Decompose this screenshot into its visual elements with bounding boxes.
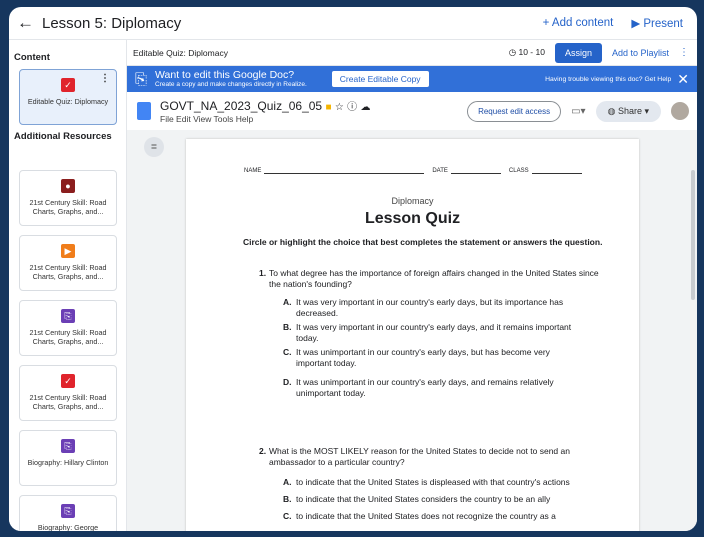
sidebar-resource-item[interactable]: ✓ 21st Century Skill: Road Charts, Graphs… xyxy=(19,365,117,421)
share-label: Share xyxy=(617,105,642,116)
back-arrow-icon[interactable]: ← xyxy=(17,13,34,33)
edit-doc-banner: ⎘ Want to edit this Google Doc? Create a… xyxy=(127,66,697,92)
sidebar-resource-item[interactable]: ⎘ Biography: Hillary Clinton xyxy=(19,430,117,486)
globe-icon: ◍ xyxy=(607,105,618,116)
bomb-icon: ● xyxy=(61,179,75,193)
star-icon[interactable]: ☆ xyxy=(335,102,344,113)
create-editable-copy-button[interactable]: Create Editable Copy xyxy=(331,71,429,87)
present-button[interactable]: ▶ Present xyxy=(631,16,683,30)
quiz-question: 1. To what degree has the importance of f… xyxy=(259,268,609,290)
answer-option: D. It was unimportant in our country's ea… xyxy=(283,377,586,399)
date-label: DATE xyxy=(432,168,448,174)
sidebar-item-label: Editable Quiz: Diplomacy xyxy=(27,97,109,106)
quiz-question: 2. What is the MOST LIKELY reason for the… xyxy=(259,446,609,468)
close-icon[interactable]: ✕ xyxy=(677,71,689,88)
option-letter: B. xyxy=(283,494,292,504)
resource-title: Editable Quiz: Diplomacy xyxy=(133,47,228,58)
quiz-instructions: Circle or highlight the choice that best… xyxy=(243,237,603,247)
google-docs-icon xyxy=(137,102,151,120)
option-text: It was very important in our country's e… xyxy=(296,297,564,318)
question-text: To what degree has the importance of for… xyxy=(269,268,599,289)
option-text: to indicate that the United States is di… xyxy=(296,477,570,487)
sidebar-resource-label: 21st Century Skill: Road Charts, Graphs,… xyxy=(29,263,107,281)
option-letter: A. xyxy=(283,297,292,307)
additional-resources-heading: Additional Resources xyxy=(14,131,112,142)
meet-icon[interactable]: ▭▾ xyxy=(571,106,585,117)
quiz-icon: ✓ xyxy=(61,374,75,388)
answer-option: B. to indicate that the United States con… xyxy=(283,494,626,505)
scrollbar[interactable] xyxy=(691,170,695,300)
copy-icon: ⎘ xyxy=(61,309,75,323)
sidebar-resource-label: Biography: Hillary Clinton xyxy=(27,458,109,467)
sidebar-resource-label: 21st Century Skill: Road Charts, Graphs,… xyxy=(29,198,107,216)
get-help-link[interactable]: Having trouble viewing this doc? Get Hel… xyxy=(545,76,671,83)
sidebar-resource-item[interactable]: ● 21st Century Skill: Road Charts, Graphs… xyxy=(19,170,117,226)
sidebar-resource-item[interactable]: ⎘ Biography: George Marshall xyxy=(19,495,117,531)
add-content-button[interactable]: + Add content xyxy=(543,17,614,29)
content-heading: Content xyxy=(14,52,50,63)
answer-option: A. It was very important in our country's… xyxy=(283,297,586,319)
option-text: It was unimportant in our country's earl… xyxy=(296,377,554,398)
sidebar-item-editable-quiz[interactable]: ⋮ ✓ Editable Quiz: Diplomacy xyxy=(19,69,117,125)
answer-option: A. to indicate that the United States is … xyxy=(283,477,626,488)
top-bar: ← Lesson 5: Diplomacy + Add content ▶ Pr… xyxy=(9,7,697,40)
copy-icon: ⎘ xyxy=(61,504,75,518)
outline-icon[interactable]: ≣ xyxy=(144,137,164,157)
banner-subtitle: Create a copy and make changes directly … xyxy=(155,80,307,88)
name-date-class-row: NAME DATE CLASS xyxy=(244,167,582,174)
option-text: to indicate that the United States does … xyxy=(296,511,556,521)
timer[interactable]: ◷ 10 - 10 xyxy=(509,47,545,58)
more-options-icon[interactable]: ⋮ xyxy=(100,73,110,84)
option-letter: D. xyxy=(283,377,292,387)
banner-title: Want to edit this Google Doc? xyxy=(155,68,295,81)
answer-option: B. It was very important in our country's… xyxy=(283,322,586,344)
assign-button[interactable]: Assign xyxy=(554,42,602,63)
document-icon: ⎘ xyxy=(135,70,148,88)
copy-icon: ⎘ xyxy=(61,439,75,453)
name-label: NAME xyxy=(244,168,262,174)
doc-title: GOVT_NA_2023_Quiz_06_05 xyxy=(160,99,323,113)
sidebar-resource-label: Biography: George Marshall xyxy=(37,523,99,531)
option-letter: B. xyxy=(283,322,292,332)
avatar[interactable] xyxy=(671,102,689,120)
document-viewport[interactable]: ≣ NAME DATE CLASS Diplomacy Lesson Quiz … xyxy=(127,130,697,531)
option-text: It was unimportant in our country's earl… xyxy=(296,347,550,368)
timer-value: 10 - 10 xyxy=(518,47,545,57)
page-title: Lesson 5: Diplomacy xyxy=(42,14,182,32)
resource-toolbar: Editable Quiz: Diplomacy ◷ 10 - 10 Assig… xyxy=(127,40,697,66)
request-edit-access-button[interactable]: Request edit access xyxy=(467,100,562,122)
option-letter: C. xyxy=(283,347,292,357)
question-number: 1. xyxy=(259,268,267,278)
document-page: NAME DATE CLASS Diplomacy Lesson Quiz Ci… xyxy=(186,139,639,531)
main-panel: Editable Quiz: Diplomacy ◷ 10 - 10 Assig… xyxy=(127,40,697,531)
info-icon[interactable]: ⓘ xyxy=(347,102,357,113)
sidebar-resource-label: 21st Century Skill: Road Charts, Graphs,… xyxy=(29,328,107,346)
sidebar-resource-label: 21st Century Skill: Road Charts, Graphs,… xyxy=(29,393,107,411)
class-label: CLASS xyxy=(508,168,529,174)
share-button[interactable]: ◍ Share ▾ xyxy=(595,100,661,122)
quiz-subject: Diplomacy xyxy=(391,196,434,206)
sidebar-resource-item[interactable]: ▶ 21st Century Skill: Road Charts, Graphs… xyxy=(19,235,117,291)
option-letter: C. xyxy=(283,511,292,521)
question-text: What is the MOST LIKELY reason for the U… xyxy=(269,446,570,467)
cloud-icon[interactable]: ☁ xyxy=(361,102,371,113)
quiz-icon: ✓ xyxy=(61,78,75,92)
quiz-title: Lesson Quiz xyxy=(364,210,461,227)
answer-option: C. to indicate that the United States doe… xyxy=(283,511,626,522)
folder-icon[interactable]: ■ xyxy=(325,102,331,113)
doc-header: GOVT_NA_2023_Quiz_06_05 ■ ☆ ⓘ ☁ File Edi… xyxy=(127,92,697,130)
option-letter: A. xyxy=(283,477,292,487)
more-options-icon[interactable]: ⋮ xyxy=(679,47,689,58)
sidebar-resource-item[interactable]: ⎘ 21st Century Skill: Road Charts, Graphs… xyxy=(19,300,117,356)
answer-option: C. It was unimportant in our country's ea… xyxy=(283,347,586,369)
option-text: It was very important in our country's e… xyxy=(296,322,572,343)
add-to-playlist-button[interactable]: Add to Playlist xyxy=(612,48,669,58)
app-window: ← Lesson 5: Diplomacy + Add content ▶ Pr… xyxy=(9,7,697,531)
play-icon: ▶ xyxy=(61,244,75,258)
sidebar: Content ⋮ ✓ Editable Quiz: Diplomacy Add… xyxy=(9,40,127,531)
doc-menu-bar[interactable]: File Edit View Tools Help xyxy=(160,114,371,124)
question-number: 2. xyxy=(259,446,267,456)
option-text: to indicate that the United States consi… xyxy=(296,494,551,504)
